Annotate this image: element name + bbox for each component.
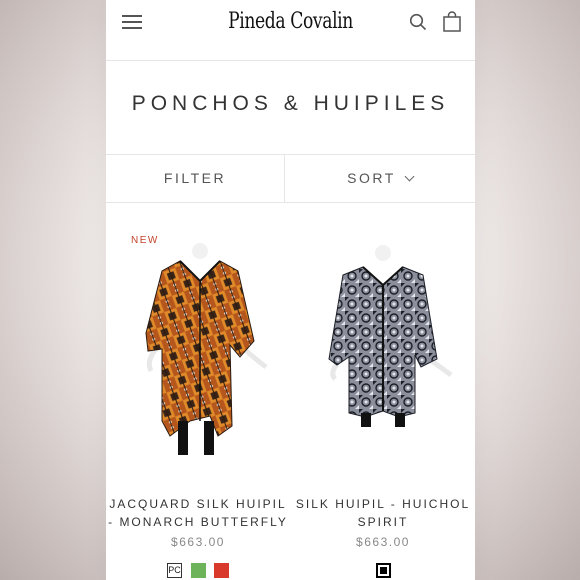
page-title: PONCHOS & HUIPILES: [131, 92, 450, 115]
color-swatches: PC: [106, 563, 290, 580]
sort-button[interactable]: SORT: [285, 155, 475, 202]
shopping-bag-icon[interactable]: [443, 11, 461, 32]
product-image[interactable]: [118, 241, 278, 461]
product-name[interactable]: SILK HUIPIL - HUICHOL SPIRIT: [291, 495, 475, 531]
sort-label: SORT: [347, 170, 396, 186]
page-panel: Pineda Covalin PONCHOS & HUIPILES FILTER…: [106, 0, 475, 580]
swatch-pc[interactable]: PC: [167, 563, 183, 578]
search-icon[interactable]: [409, 13, 427, 31]
chevron-down-icon: [404, 171, 415, 182]
product-price: $663.00: [356, 535, 410, 549]
brand-logo[interactable]: Pineda Covalin: [147, 9, 435, 34]
swatch-red[interactable]: [213, 563, 229, 578]
site-header: Pineda Covalin: [106, 0, 475, 61]
product-image[interactable]: [303, 241, 463, 461]
product-name[interactable]: JACQUARD SILK HUIPIL - MONARCH BUTTERFLY: [106, 495, 290, 531]
swatch-black[interactable]: [375, 563, 391, 578]
collection-controls: FILTER SORT: [106, 154, 475, 203]
filter-label: FILTER: [163, 170, 227, 186]
product-price: $663.00: [171, 535, 225, 549]
hamburger-icon[interactable]: [122, 14, 142, 30]
swatch-green[interactable]: [190, 563, 206, 578]
filter-button[interactable]: FILTER: [106, 155, 285, 202]
color-swatches: [291, 563, 475, 580]
